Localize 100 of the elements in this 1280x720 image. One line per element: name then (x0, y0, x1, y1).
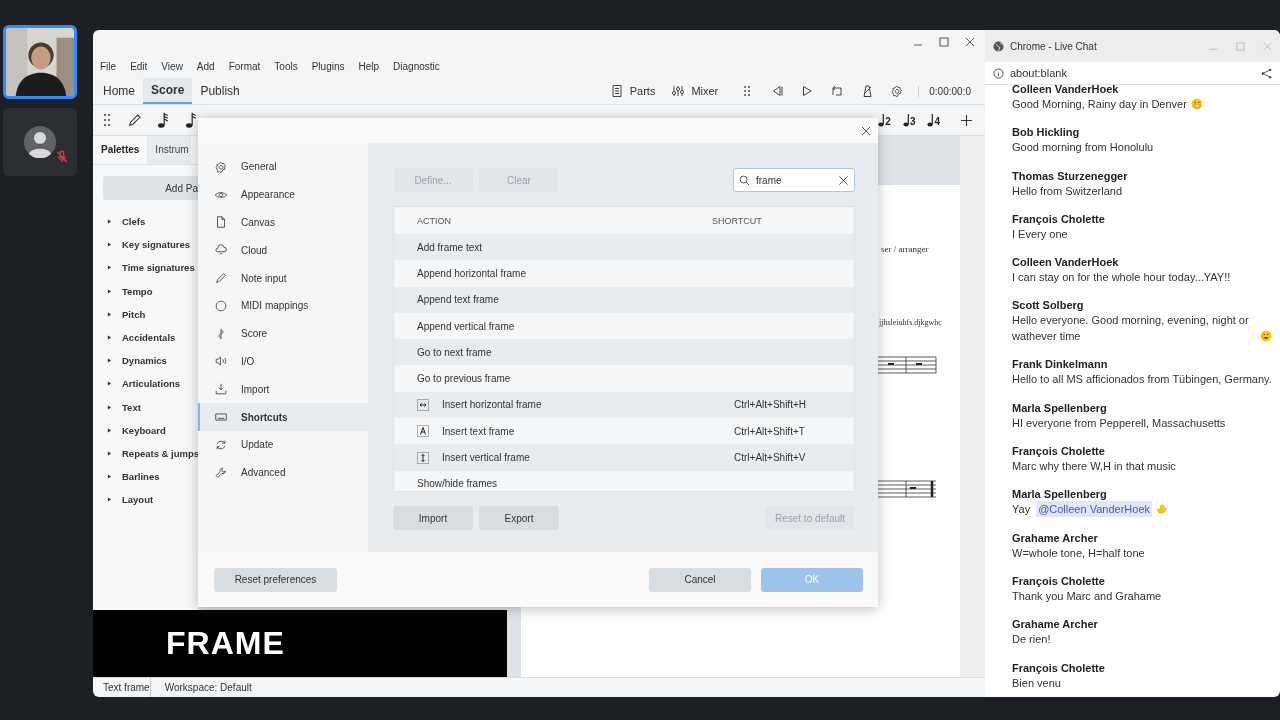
settings-icon[interactable] (890, 84, 905, 98)
clear-icon[interactable] (838, 174, 849, 186)
note-icon[interactable] (155, 111, 171, 129)
menu-item[interactable]: Format (228, 60, 261, 72)
expand-caret-icon[interactable] (107, 219, 112, 225)
score-text: jjhsleiuhfs.djkgwhc (879, 318, 942, 327)
expand-caret-icon[interactable] (107, 381, 112, 387)
preferences-nav-item[interactable]: Score (198, 319, 368, 348)
scrollbar[interactable] (960, 136, 985, 677)
parts-button[interactable]: Parts (629, 85, 656, 97)
voice-button[interactable]: 4 (927, 113, 940, 127)
palette-item[interactable]: Keyboard (122, 424, 166, 436)
reset-preferences-button[interactable]: Reset preferences (214, 567, 337, 592)
palette-item[interactable]: Text (122, 401, 141, 413)
preferences-nav-item[interactable]: Canvas (198, 208, 368, 237)
column-header[interactable]: SHORTCUT (712, 215, 762, 226)
metronome-icon[interactable] (860, 84, 875, 98)
shortcut-row[interactable]: Insert vertical frame Ctrl+Alt+Shift+V (394, 444, 854, 471)
note-icon[interactable] (183, 111, 199, 129)
shortcut-button[interactable]: Export (479, 506, 559, 530)
preferences-nav-item[interactable]: General (198, 153, 368, 181)
message-author: François Cholette (1012, 660, 1106, 675)
search-field[interactable]: frame (733, 168, 855, 192)
preferences-nav-item[interactable]: Update (198, 430, 368, 459)
add-icon[interactable] (960, 113, 973, 127)
expand-caret-icon[interactable] (107, 358, 112, 364)
preferences-nav-item[interactable]: Appearance (198, 180, 368, 209)
panel-tab[interactable]: Instrum (147, 136, 191, 164)
add-palette-button[interactable]: Add Pa (103, 176, 198, 200)
window-title: Chrome - Live Chat (1010, 40, 1097, 52)
column-header[interactable]: ACTION (394, 215, 712, 226)
preferences-nav-item[interactable]: MIDI mappings (198, 292, 368, 320)
participant-tile[interactable] (3, 108, 77, 176)
palette-item[interactable]: Repeats & jumps (122, 447, 198, 459)
shortcut-row[interactable]: Insert horizontal frame Ctrl+Alt+Shift+H (394, 391, 854, 419)
menu-item[interactable]: View (161, 60, 183, 72)
menu-item[interactable]: Help (358, 60, 380, 72)
staff-drawing (878, 479, 938, 501)
expand-caret-icon[interactable] (107, 427, 112, 433)
expand-caret-icon[interactable] (107, 288, 112, 294)
menu-item[interactable]: Edit (130, 60, 148, 72)
menu-item[interactable]: Add (196, 60, 215, 72)
palette-item[interactable]: Dynamics (122, 355, 167, 367)
expand-caret-icon[interactable] (107, 242, 112, 248)
loop-icon[interactable] (830, 84, 845, 98)
preferences-nav-item[interactable]: I/O (198, 347, 368, 376)
rewind-icon[interactable] (770, 84, 785, 98)
message-author: Grahame Archer (1012, 617, 1099, 632)
participant-tile[interactable] (3, 25, 77, 99)
palette-item[interactable]: Accidentals (122, 332, 176, 344)
pencil-icon[interactable] (127, 111, 143, 129)
palette-item[interactable]: Tempo (122, 285, 153, 297)
info-icon[interactable] (993, 67, 1004, 79)
maximize-icon[interactable] (939, 37, 949, 47)
palette-item[interactable]: Time signatures (122, 262, 195, 274)
shortcut-row[interactable]: Append text frame (394, 286, 854, 313)
message-author: François Cholette (1012, 444, 1106, 459)
cancel-button[interactable]: Cancel (649, 567, 751, 592)
action-cell-text: Append horizontal frame (416, 267, 527, 279)
share-icon[interactable] (1261, 67, 1272, 79)
expand-caret-icon[interactable] (107, 497, 112, 503)
workspace-label[interactable]: Workspace: Default (149, 678, 262, 697)
voice-button[interactable]: 2 (878, 113, 891, 127)
menu-item[interactable]: Plugins (311, 60, 345, 72)
expand-caret-icon[interactable] (107, 474, 112, 480)
message-author: Marla Spellenberg (1012, 400, 1108, 415)
palette-item[interactable]: Pitch (122, 308, 146, 320)
address-field[interactable]: about:blank (1010, 67, 1067, 79)
shortcut-button[interactable]: Import (393, 506, 473, 530)
preferences-nav-item[interactable]: Note input (198, 264, 368, 292)
smiling-face-icon (1260, 330, 1272, 343)
expand-caret-icon[interactable] (107, 335, 112, 341)
preferences-nav-item[interactable]: Shortcuts (198, 403, 368, 431)
shortcut-row[interactable]: Go to next frame (394, 339, 854, 366)
expand-caret-icon[interactable] (107, 265, 112, 271)
preferences-nav-item[interactable]: Advanced (198, 458, 368, 487)
voice-button[interactable]: 3 (902, 113, 916, 127)
expand-caret-icon[interactable] (107, 450, 112, 456)
workspace-tab[interactable]: Score (143, 78, 193, 104)
message-text: I can stay on for the whole hour today...YAY!! (1012, 270, 1231, 286)
palette-item[interactable]: Articulations (122, 378, 181, 390)
search-value[interactable]: frame (756, 174, 832, 186)
palette-item[interactable]: Barlines (122, 471, 160, 483)
mixer-button[interactable]: Mixer (691, 85, 719, 97)
shortcut-row[interactable]: Add frame text (394, 234, 854, 261)
mention-link[interactable]: @Colleen VanderHoek (1036, 501, 1152, 518)
palette-item[interactable]: Key signatures (122, 239, 191, 251)
menu-item[interactable]: Diagnostic (393, 60, 440, 72)
expand-caret-icon[interactable] (107, 404, 112, 410)
palette-item[interactable]: Clefs (122, 216, 146, 228)
workspace-tab[interactable]: Home (95, 78, 143, 104)
preferences-nav-item[interactable]: Cloud (198, 236, 368, 265)
menu-item[interactable]: Tools (274, 60, 298, 72)
close-icon[interactable] (861, 125, 871, 136)
palette-item[interactable]: Layout (122, 494, 154, 506)
expand-caret-icon[interactable] (107, 311, 112, 317)
preferences-nav-item[interactable]: Import (198, 375, 368, 404)
workspace-tab[interactable]: Publish (192, 78, 248, 104)
close-icon[interactable] (965, 37, 975, 47)
menu-item[interactable]: File (100, 60, 117, 72)
